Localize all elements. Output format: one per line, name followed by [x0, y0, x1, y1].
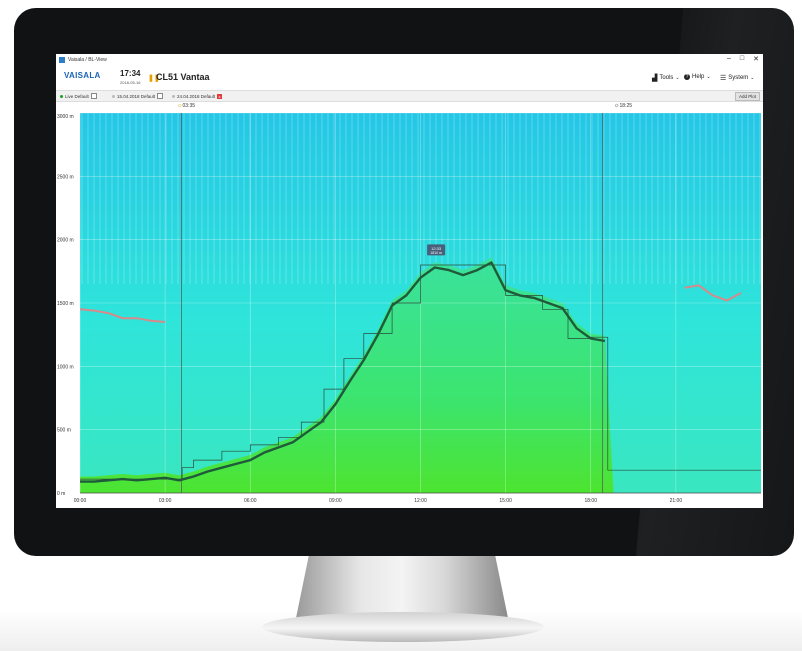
- vaisala-logo: VAISALA: [64, 71, 101, 80]
- tab-label: 24.04.2018 Default: [177, 93, 216, 99]
- app-icon: [59, 57, 65, 63]
- clock-time: 17:34: [120, 69, 141, 78]
- tab-indicator-icon: [112, 94, 115, 98]
- tab-live-default[interactable]: Live Default: [60, 92, 97, 100]
- help-menu-label: Help: [692, 74, 705, 80]
- tab-24-04-2018[interactable]: 24.04.2018 Default x: [172, 92, 223, 100]
- app-window: Vaisala / BL-View – □ ✕ VAISALA 17:34 20…: [56, 54, 763, 508]
- monitor-stand-base: [262, 612, 544, 642]
- tab-15-04-2018[interactable]: 15.04.2018 Default: [112, 92, 164, 100]
- help-icon: ?: [684, 74, 690, 80]
- y-tick-label: 3000 m: [57, 114, 74, 120]
- window-title: Vaisala / BL-View: [68, 57, 107, 63]
- tooltip-time: 12:33: [431, 246, 442, 251]
- chevron-down-icon: ⌄: [675, 75, 680, 81]
- tab-close-icon[interactable]: x: [217, 93, 223, 99]
- app-header: VAISALA 17:34 2018-05-16 ❚❚ CL51 Vantaa …: [56, 66, 763, 90]
- tools-menu-label: Tools: [659, 75, 674, 81]
- system-menu[interactable]: ☰ System ⌄: [720, 74, 755, 82]
- chevron-down-icon: ⌄: [706, 74, 711, 80]
- sun-events-row: ☼03:35 ☼18:25: [56, 101, 763, 113]
- y-tick-label: 1500 m: [57, 301, 74, 307]
- tooltip-value: 1810 m: [430, 251, 442, 255]
- minimize-icon[interactable]: –: [727, 55, 731, 63]
- x-tick-label: 18:00: [584, 498, 597, 504]
- tab-close-icon[interactable]: [157, 93, 164, 99]
- maximize-icon[interactable]: □: [740, 55, 744, 63]
- monitor-stand-neck: [296, 556, 508, 618]
- close-icon[interactable]: ✕: [753, 55, 759, 63]
- y-tick-label: 1000 m: [57, 364, 74, 370]
- x-tick-label: 12:00: [414, 498, 427, 504]
- clock-date: 2018-05-16: [120, 80, 141, 85]
- x-tick-label: 09:00: [329, 498, 342, 504]
- x-tick-label: 00:00: [74, 498, 87, 504]
- x-tick-label: 15:00: [499, 498, 512, 504]
- sunrise-time: 03:35: [182, 103, 196, 109]
- y-tick-label: 2500 m: [57, 174, 74, 180]
- sunrise-marker: ☼03:35: [177, 103, 195, 109]
- y-tick-label: 2000 m: [57, 238, 74, 244]
- backscatter-plot[interactable]: 12:33 1810 m 0 m 500 m 1000 m 1500 m 2000 m 25…: [56, 112, 763, 508]
- x-tick-label: 06:00: [244, 498, 257, 504]
- settings-icon: ☰: [720, 75, 727, 82]
- window-titlebar: Vaisala / BL-View – □ ✕: [56, 54, 763, 66]
- backscatter-chart[interactable]: 12:331810 m 0 m 500 m 1000 m 1500 m 2000 m 25…: [56, 112, 763, 508]
- chevron-down-icon: ⌄: [750, 75, 755, 81]
- add-plot-button[interactable]: Add Plot: [734, 92, 760, 101]
- sunset-time: 18:25: [619, 103, 633, 109]
- y-tick-label: 0 m: [57, 491, 65, 497]
- tools-menu[interactable]: ▟ Tools ⌄: [652, 74, 680, 82]
- x-tick-label: 03:00: [159, 498, 172, 504]
- y-tick-label: 500 m: [57, 428, 71, 434]
- x-tick-label: 21:00: [670, 498, 683, 504]
- tab-label: Live Default: [65, 93, 89, 99]
- help-menu[interactable]: ? Help ⌄: [684, 74, 711, 80]
- system-menu-label: System: [728, 75, 749, 81]
- tab-close-icon[interactable]: [90, 93, 97, 99]
- site-name: CL51 Vantaa: [156, 72, 210, 82]
- toolbox-icon: ▟: [652, 75, 658, 82]
- live-indicator-icon: [60, 94, 63, 98]
- tab-indicator-icon: [172, 94, 175, 98]
- sunset-marker: ☼18:25: [614, 103, 632, 109]
- tab-label: 15.04.2018 Default: [117, 93, 156, 99]
